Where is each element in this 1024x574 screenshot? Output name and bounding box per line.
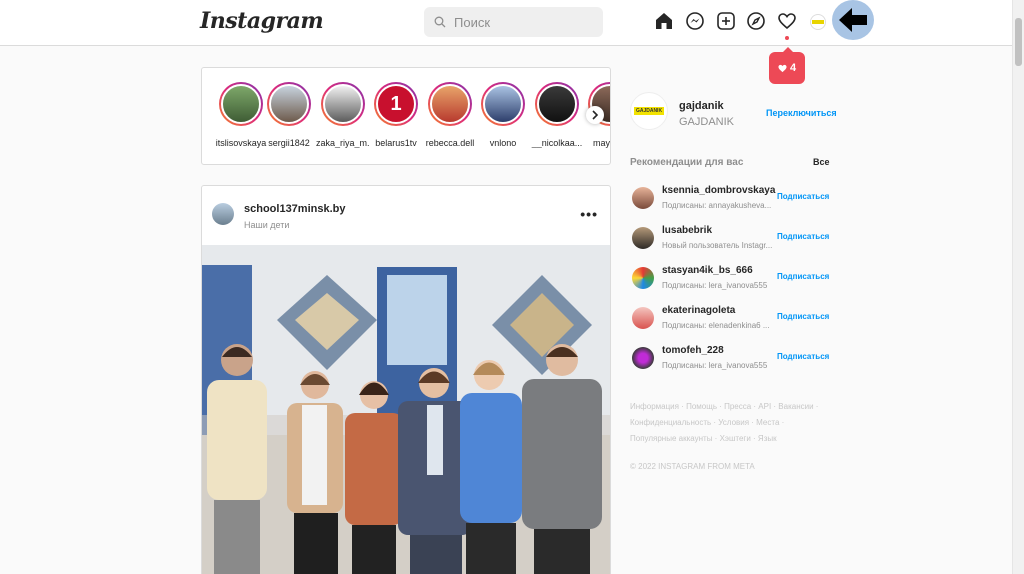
plus-square-icon[interactable] xyxy=(715,10,737,32)
suggestion-item: tomofeh_228 Подписаны: lera_ivanova555 П… xyxy=(630,345,830,377)
suggestion-avatar[interactable] xyxy=(632,187,654,209)
suggestion-subtext: Подписаны: annayakusheva... xyxy=(662,201,772,210)
post-author-avatar[interactable] xyxy=(212,203,234,225)
copyright: © 2022 INSTAGRAM FROM META xyxy=(630,462,755,471)
suggestion-avatar[interactable] xyxy=(632,347,654,369)
compass-icon[interactable] xyxy=(745,10,767,32)
see-all-link[interactable]: Все xyxy=(813,157,830,167)
story-item[interactable]: vnlono xyxy=(476,82,530,148)
avatar-logo-bar xyxy=(812,20,824,24)
follow-button[interactable]: Подписаться xyxy=(777,232,829,241)
arrow-left-icon xyxy=(832,0,874,40)
my-profile-avatar-logo: GAJDANIK xyxy=(633,107,665,115)
suggestion-username[interactable]: stasyan4ik_bs_666 xyxy=(662,265,753,276)
suggestion-item: ekaterinagoleta Подписаны: elenadenkina6… xyxy=(630,305,830,337)
notification-popup[interactable]: 4 xyxy=(769,47,805,84)
heart-filled-icon xyxy=(778,64,787,72)
scrollbar-thumb[interactable] xyxy=(1015,18,1022,66)
profile-avatar[interactable] xyxy=(810,14,826,30)
search-icon xyxy=(434,16,446,28)
suggestion-item: stasyan4ik_bs_666 Подписаны: lera_ivanov… xyxy=(630,265,830,297)
messenger-icon[interactable] xyxy=(684,10,706,32)
follow-button[interactable]: Подписаться xyxy=(777,312,829,321)
suggestion-avatar[interactable] xyxy=(632,227,654,249)
switch-account-link[interactable]: Переключиться xyxy=(766,108,837,118)
notification-dot xyxy=(785,36,789,40)
footer-links[interactable]: Информация · Помощь · Пресса · API · Вак… xyxy=(630,399,820,447)
suggestion-subtext: Подписаны: lera_ivanova555 xyxy=(662,281,768,290)
follow-button[interactable]: Подписаться xyxy=(777,352,829,361)
post-header: school137minsk.by Наши дети ••• xyxy=(202,186,610,245)
suggestion-subtext: Подписаны: lera_ivanova555 xyxy=(662,361,768,370)
story-item[interactable]: __nicolkaa... xyxy=(530,82,584,148)
story-item[interactable]: zaka_riya_m... xyxy=(316,82,370,148)
suggestion-subtext: Новый пользователь Instagr... xyxy=(662,241,772,250)
home-icon[interactable] xyxy=(653,10,675,32)
chevron-right-icon xyxy=(592,110,599,120)
suggestion-username[interactable]: lusabebrik xyxy=(662,225,712,236)
instagram-logo[interactable]: Instagram xyxy=(200,8,324,34)
follow-button[interactable]: Подписаться xyxy=(777,192,829,201)
story-item[interactable]: sergii1842 xyxy=(262,82,316,148)
story-item[interactable]: itslisovskaya xyxy=(214,82,268,148)
post-location[interactable]: Наши дети xyxy=(244,220,289,230)
post-author-username[interactable]: school137minsk.by xyxy=(244,203,346,215)
suggestion-item: ksennia_dombrovskaya Подписаны: annayaku… xyxy=(630,185,830,217)
suggestion-username[interactable]: ekaterinagoleta xyxy=(662,305,735,316)
suggestion-avatar[interactable] xyxy=(632,267,654,289)
follow-button[interactable]: Подписаться xyxy=(777,272,829,281)
story-item[interactable]: 1 belarus1tv xyxy=(369,82,423,148)
page-scrollbar[interactable] xyxy=(1012,0,1024,574)
my-username[interactable]: gajdanik xyxy=(679,100,724,112)
post-photo[interactable] xyxy=(202,245,610,574)
suggestion-username[interactable]: ksennia_dombrovskaya xyxy=(662,185,775,196)
my-full-name: GAJDANIK xyxy=(679,116,735,128)
search-box[interactable] xyxy=(424,7,603,37)
suggestion-subtext: Подписаны: elenadenkina6 ... xyxy=(662,321,770,330)
suggestion-item: lusabebrik Новый пользователь Instagr...… xyxy=(630,225,830,257)
my-profile-avatar[interactable]: GAJDANIK xyxy=(630,92,668,130)
stories-next-button[interactable] xyxy=(586,106,604,124)
top-navigation: Instagram xyxy=(0,0,1024,46)
search-input[interactable] xyxy=(454,14,584,30)
suggestion-username[interactable]: tomofeh_228 xyxy=(662,345,724,356)
heart-icon[interactable] xyxy=(776,10,798,32)
notification-count: 4 xyxy=(789,62,797,74)
feed-post: school137minsk.by Наши дети ••• xyxy=(201,185,611,574)
post-photo-image xyxy=(202,245,610,574)
story-item[interactable]: rebecca.dell xyxy=(423,82,477,148)
post-more-options[interactable]: ••• xyxy=(580,206,598,222)
stories-tray: itslisovskaya sergii1842 zaka_riya_m... … xyxy=(201,67,611,165)
suggestions-title: Рекомендации для вас xyxy=(630,157,744,168)
suggestion-avatar[interactable] xyxy=(632,307,654,329)
